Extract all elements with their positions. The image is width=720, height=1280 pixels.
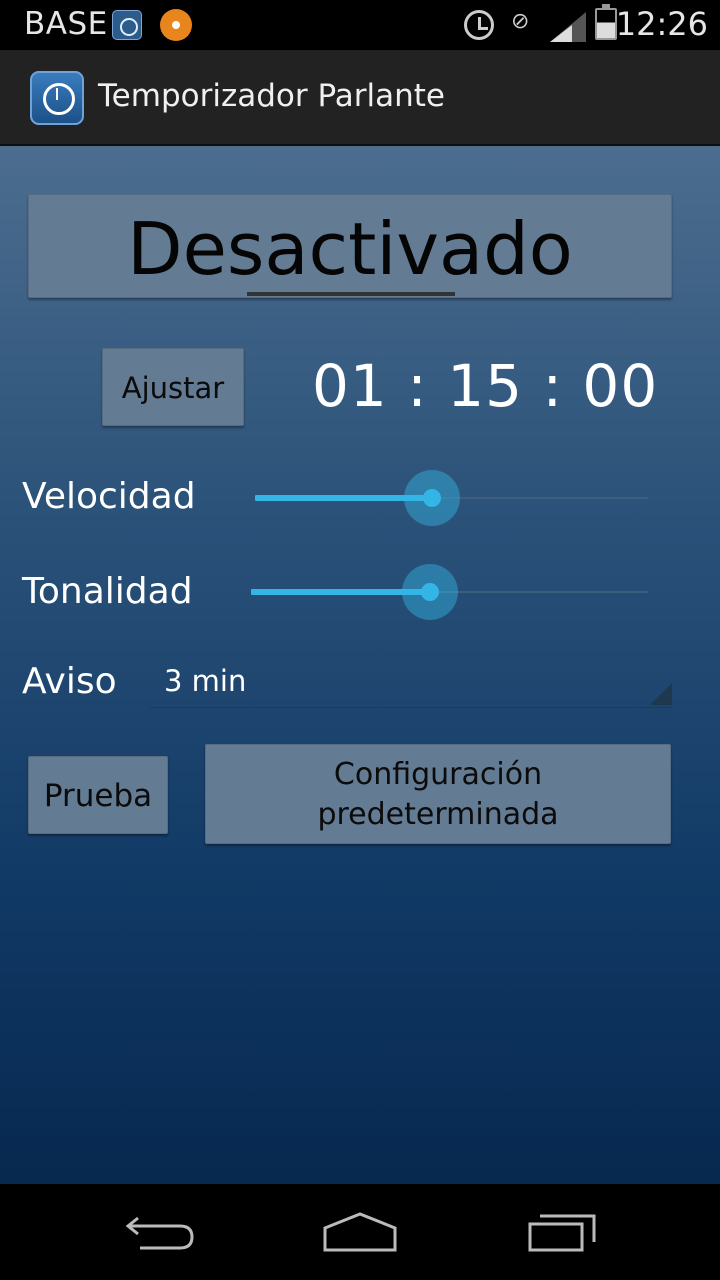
- status-underline: [247, 292, 455, 296]
- timer-app-icon: [112, 10, 142, 40]
- default-config-line1: Configuración: [333, 757, 543, 792]
- adjust-button[interactable]: Ajustar: [102, 348, 244, 426]
- signal-icon: [550, 12, 586, 42]
- stopwatch-logo-icon[interactable]: [30, 71, 84, 125]
- timer-status-label: Desactivado: [127, 207, 573, 291]
- speed-label: Velocidad: [22, 476, 196, 517]
- timer-toggle-button[interactable]: Desactivado: [28, 194, 672, 298]
- clock: 12:26: [615, 5, 708, 43]
- alarm-icon: [464, 10, 494, 40]
- default-config-button[interactable]: Configuración predeterminada: [205, 744, 671, 844]
- no-sim-icon: ⊘: [511, 9, 530, 34]
- carrier-label: BASE: [24, 6, 108, 42]
- app-title: Temporizador Parlante: [98, 78, 445, 114]
- main-content: Desactivado Ajustar 01 : 15 : 00 Velocid…: [0, 146, 720, 1184]
- action-bar: Temporizador Parlante: [0, 50, 720, 146]
- time-display[interactable]: 01 : 15 : 00: [312, 352, 658, 420]
- recents-icon[interactable]: [510, 1204, 610, 1260]
- pitch-label: Tonalidad: [22, 571, 193, 612]
- pitch-slider[interactable]: [251, 562, 648, 622]
- battery-icon: [595, 4, 617, 40]
- warning-selected-value: 3 min: [164, 664, 247, 698]
- circle-app-icon: [160, 9, 192, 41]
- test-button[interactable]: Prueba: [28, 756, 168, 834]
- default-config-line2: predeterminada: [317, 797, 559, 832]
- home-icon[interactable]: [310, 1204, 410, 1260]
- navigation-bar: [0, 1184, 720, 1280]
- warning-label: Aviso: [22, 661, 117, 702]
- back-icon[interactable]: [110, 1204, 210, 1260]
- warning-spinner[interactable]: 3 min: [150, 650, 672, 708]
- speed-slider[interactable]: [255, 468, 648, 528]
- spinner-arrow-icon: [650, 683, 672, 705]
- status-bar: BASE ⊘ 12:26: [0, 0, 720, 50]
- slider-thumb[interactable]: [420, 583, 439, 601]
- slider-thumb[interactable]: [422, 489, 441, 507]
